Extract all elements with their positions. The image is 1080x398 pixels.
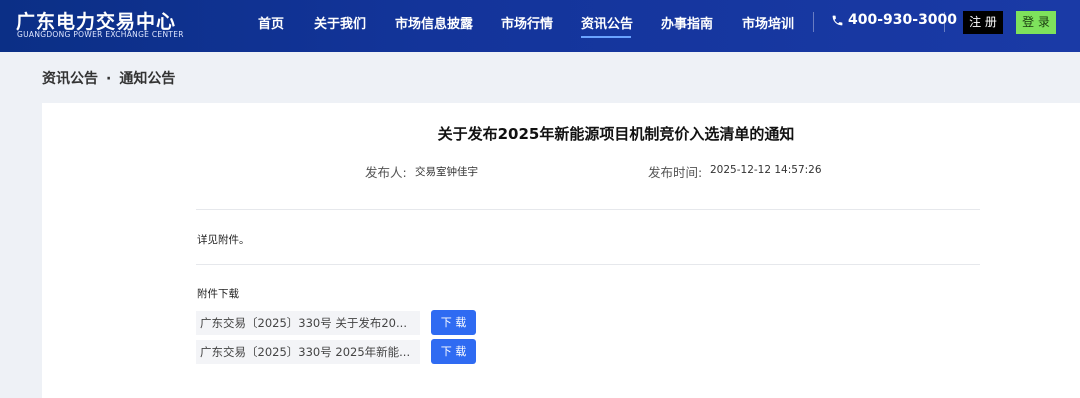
nav-item-training[interactable]: 市场培训 [742,13,794,32]
phone-icon [832,15,843,25]
hotline-number: 400-930-3000 [848,12,958,28]
nav-item-home[interactable]: 首页 [258,13,284,32]
divider [196,264,980,265]
article-title: 关于发布2025年新能源项目机制竞价入选清单的通知 [437,125,795,143]
breadcrumb-section[interactable]: 资讯公告 [42,71,98,87]
attachment-name[interactable]: 广东交易〔2025〕330号 2025年新能... [196,340,420,364]
nav-item-market[interactable]: 市场行情 [501,13,553,32]
nav-item-disclosure[interactable]: 市场信息披露 [395,13,473,32]
register-button[interactable]: 注 册 [963,11,1003,34]
nav-item-guide[interactable]: 办事指南 [661,13,713,32]
attachments-heading: 附件下载 [197,288,239,300]
download-button[interactable]: 下 载 [431,339,476,364]
hotline[interactable]: 400-930-3000 [831,12,957,28]
nav-divider [813,12,814,32]
top-navbar: 广东电力交易中心 GUANGDONG POWER EXCHANGE CENTER… [0,0,1080,52]
publisher-label: 发布人: [365,165,407,180]
divider [196,209,980,210]
publish-time-value: 2025-12-12 14:57:26 [710,164,822,176]
article-panel: 关于发布2025年新能源项目机制竞价入选清单的通知 发布人: 交易室钟佳宇 发布… [42,103,1080,398]
breadcrumb-separator: · [106,71,112,87]
publish-time-label: 发布时间: [648,165,703,180]
breadcrumb-current: 通知公告 [119,71,176,87]
nav-divider [944,12,945,32]
article-body: 详见附件。 [197,234,250,246]
attachment-name[interactable]: 广东交易〔2025〕330号 关于发布20... [196,311,420,335]
login-button[interactable]: 登 录 [1016,11,1056,34]
download-button[interactable]: 下 载 [431,310,476,335]
nav-item-news[interactable]: 资讯公告 [581,13,633,32]
breadcrumb: 资讯公告 · 通知公告 [42,68,175,88]
nav-active-indicator [581,36,631,38]
nav-item-about[interactable]: 关于我们 [314,13,366,32]
publisher-value: 交易室钟佳宇 [415,166,478,178]
logo-title-en: GUANGDONG POWER EXCHANGE CENTER [17,30,184,39]
